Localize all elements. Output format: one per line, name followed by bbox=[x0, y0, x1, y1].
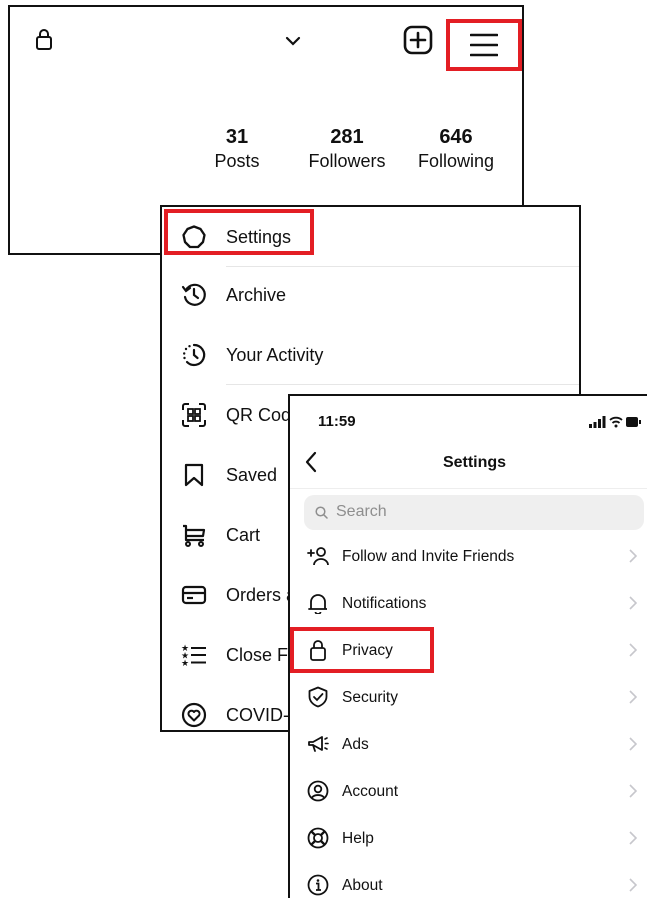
menu-item-your-activity[interactable]: Your Activity bbox=[162, 325, 579, 385]
archive-history-icon bbox=[181, 283, 206, 306]
hamburger-menu-icon bbox=[470, 33, 498, 57]
search-icon bbox=[315, 506, 328, 519]
settings-item-help[interactable]: Help bbox=[290, 816, 647, 862]
hamburger-menu-button[interactable] bbox=[446, 19, 522, 71]
chevron-right-icon bbox=[629, 690, 637, 704]
add-person-icon bbox=[307, 547, 329, 566]
settings-item-label: About bbox=[342, 877, 383, 894]
info-icon bbox=[307, 874, 329, 896]
following-label: Following bbox=[417, 151, 495, 171]
posts-stat[interactable]: 31 Posts bbox=[182, 125, 292, 173]
search-input[interactable]: Search bbox=[304, 495, 644, 530]
qr-code-icon bbox=[182, 403, 206, 427]
followers-label: Followers bbox=[308, 151, 386, 171]
settings-highlight-box bbox=[164, 209, 314, 255]
card-icon bbox=[181, 585, 207, 605]
settings-item-label: Ads bbox=[342, 736, 369, 753]
following-count: 646 bbox=[439, 126, 473, 148]
bookmark-icon bbox=[184, 463, 204, 487]
megaphone-icon bbox=[308, 736, 329, 752]
chevron-right-icon bbox=[629, 737, 637, 751]
settings-item-label: Account bbox=[342, 783, 399, 800]
settings-item-account[interactable]: Account bbox=[290, 769, 647, 815]
divider bbox=[290, 488, 647, 489]
menu-item-label: Cart bbox=[226, 525, 261, 545]
chevron-right-icon bbox=[629, 878, 637, 892]
settings-item-follow-and-invite-friends[interactable]: Follow and Invite Friends bbox=[290, 534, 647, 580]
svg-text:★: ★ bbox=[181, 658, 189, 668]
cart-icon bbox=[183, 524, 206, 547]
menu-item-label: Saved bbox=[226, 465, 278, 485]
chevron-right-icon bbox=[629, 549, 637, 563]
posts-label: Posts bbox=[214, 151, 260, 171]
chevron-down-icon[interactable] bbox=[284, 34, 302, 48]
plus-square-icon[interactable] bbox=[403, 25, 433, 55]
chevron-right-icon bbox=[629, 596, 637, 610]
menu-item-label: Your Activity bbox=[226, 345, 324, 365]
covid-heart-icon bbox=[181, 702, 207, 728]
settings-item-notifications[interactable]: Notifications bbox=[290, 581, 647, 627]
settings-screen-panel: 11:59 Settings Search Follow and Invite … bbox=[288, 394, 647, 898]
settings-item-security[interactable]: Security bbox=[290, 675, 647, 721]
search-placeholder: Search bbox=[336, 503, 387, 520]
menu-item-archive[interactable]: Archive bbox=[162, 265, 579, 325]
close-friends-list-icon: ★ ★ ★ bbox=[181, 643, 206, 668]
activity-clock-icon bbox=[183, 343, 206, 367]
settings-item-label: Notifications bbox=[342, 595, 427, 612]
chevron-right-icon bbox=[629, 784, 637, 798]
page-title: Settings bbox=[442, 454, 507, 471]
shield-check-icon bbox=[308, 686, 328, 708]
bell-icon bbox=[308, 594, 327, 614]
settings-item-label: Help bbox=[342, 830, 374, 847]
menu-item-label: Archive bbox=[226, 285, 287, 305]
followers-stat[interactable]: 281 Followers bbox=[292, 125, 402, 173]
chevron-right-icon bbox=[629, 831, 637, 845]
lock-icon bbox=[36, 29, 52, 50]
lifebuoy-icon bbox=[307, 827, 329, 849]
following-stat[interactable]: 646 Following bbox=[401, 125, 511, 173]
settings-item-label: Security bbox=[342, 689, 398, 706]
settings-item-about[interactable]: About bbox=[290, 863, 647, 898]
status-time: 11:59 bbox=[318, 413, 356, 430]
posts-count: 31 bbox=[225, 126, 249, 148]
chevron-right-icon bbox=[629, 643, 637, 657]
settings-item-label: Follow and Invite Friends bbox=[342, 548, 515, 565]
privacy-highlight-box bbox=[290, 627, 434, 673]
account-circle-icon bbox=[307, 780, 329, 802]
followers-count: 281 bbox=[330, 126, 364, 148]
settings-item-ads[interactable]: Ads bbox=[290, 722, 647, 768]
status-bar-icons bbox=[589, 416, 641, 428]
